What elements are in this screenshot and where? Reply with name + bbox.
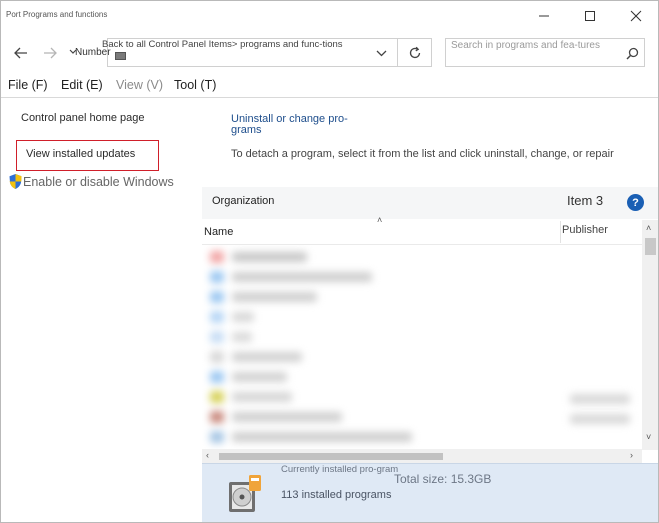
- maximize-button[interactable]: [567, 3, 613, 29]
- close-button[interactable]: [613, 3, 658, 29]
- forward-button[interactable]: [39, 42, 61, 64]
- list-item: [210, 331, 224, 343]
- currently-installed-label: Currently installed pro-gram: [281, 464, 399, 475]
- list-item: [232, 432, 412, 442]
- list-item: [232, 272, 372, 282]
- item-count-label: Item 3: [567, 193, 604, 208]
- list-item: [210, 431, 224, 443]
- list-item: [232, 292, 317, 302]
- search-icon: [625, 47, 638, 60]
- back-button[interactable]: [10, 42, 32, 64]
- scroll-up-arrow[interactable]: ˄: [646, 223, 651, 233]
- shield-icon: [8, 173, 23, 190]
- close-icon: [630, 10, 642, 22]
- column-name[interactable]: Name: [204, 226, 233, 238]
- page-title: Uninstall or change pro-grams: [231, 113, 348, 136]
- programs-window: Port Programs and functions Back to all …: [0, 0, 659, 523]
- control-panel-icon: [115, 52, 126, 60]
- list-item: [210, 351, 224, 363]
- windows-features-link[interactable]: Enable or disable Windows: [23, 175, 174, 189]
- list-item: [232, 392, 292, 402]
- programs-disc-icon: [225, 473, 265, 515]
- number-label: Number: [75, 47, 111, 58]
- back-arrow-icon: [14, 47, 27, 59]
- list-item: [210, 291, 224, 303]
- list-item: [210, 391, 224, 403]
- refresh-icon: [409, 46, 420, 58]
- forward-arrow-icon: [44, 47, 57, 59]
- list-item: [232, 352, 302, 362]
- help-icon: ?: [632, 196, 639, 209]
- scroll-down-arrow[interactable]: ˅: [646, 432, 651, 442]
- page-description: To detach a program, select it from the …: [231, 148, 614, 160]
- list-item: [210, 311, 224, 323]
- address-path[interactable]: Back to all Control Panel Items> program…: [102, 39, 352, 50]
- window-title: Port Programs and functions: [6, 10, 108, 19]
- list-item: [232, 412, 342, 422]
- list-item: [232, 332, 252, 342]
- installed-count: 113 installed programs: [281, 489, 392, 501]
- total-size: Total size: 15.3GB: [394, 472, 492, 486]
- address-dropdown-button[interactable]: [373, 46, 389, 60]
- scroll-right-arrow[interactable]: ›: [630, 450, 633, 460]
- program-list[interactable]: [202, 245, 642, 449]
- scroll-left-arrow[interactable]: ‹: [206, 450, 209, 460]
- column-separator: [560, 221, 561, 243]
- list-item: [210, 271, 224, 283]
- refresh-button[interactable]: [398, 38, 432, 67]
- list-item: [570, 414, 630, 424]
- menu-tool[interactable]: Tool (T): [174, 78, 216, 92]
- organize-button[interactable]: Organization: [212, 195, 274, 207]
- list-item: [570, 394, 630, 404]
- maximize-icon: [585, 11, 595, 21]
- menu-view[interactable]: View (V): [116, 78, 163, 92]
- search-button[interactable]: [623, 44, 641, 62]
- list-item: [210, 371, 224, 383]
- control-panel-home-link[interactable]: Control panel home page: [21, 112, 145, 124]
- search-input[interactable]: Search in programs and fea-tures: [451, 40, 601, 51]
- list-item: [232, 252, 307, 262]
- vertical-scroll-thumb[interactable]: [645, 238, 656, 255]
- list-item: [232, 372, 287, 382]
- list-item: [210, 411, 224, 423]
- column-publisher[interactable]: Publisher: [562, 224, 608, 236]
- minimize-button[interactable]: [521, 3, 567, 29]
- help-button[interactable]: ?: [627, 194, 644, 211]
- horizontal-scroll-thumb[interactable]: [219, 453, 443, 460]
- chevron-down-icon: [376, 50, 386, 56]
- list-item: [210, 251, 224, 263]
- sort-caret-icon: ˄: [377, 215, 383, 225]
- menu-divider: [1, 97, 658, 98]
- minimize-icon: [539, 15, 549, 17]
- list-item: [232, 312, 254, 322]
- menu-edit[interactable]: Edit (E): [61, 78, 103, 92]
- view-installed-updates-link[interactable]: View installed updates: [26, 148, 135, 160]
- menu-file[interactable]: File (F): [8, 78, 48, 92]
